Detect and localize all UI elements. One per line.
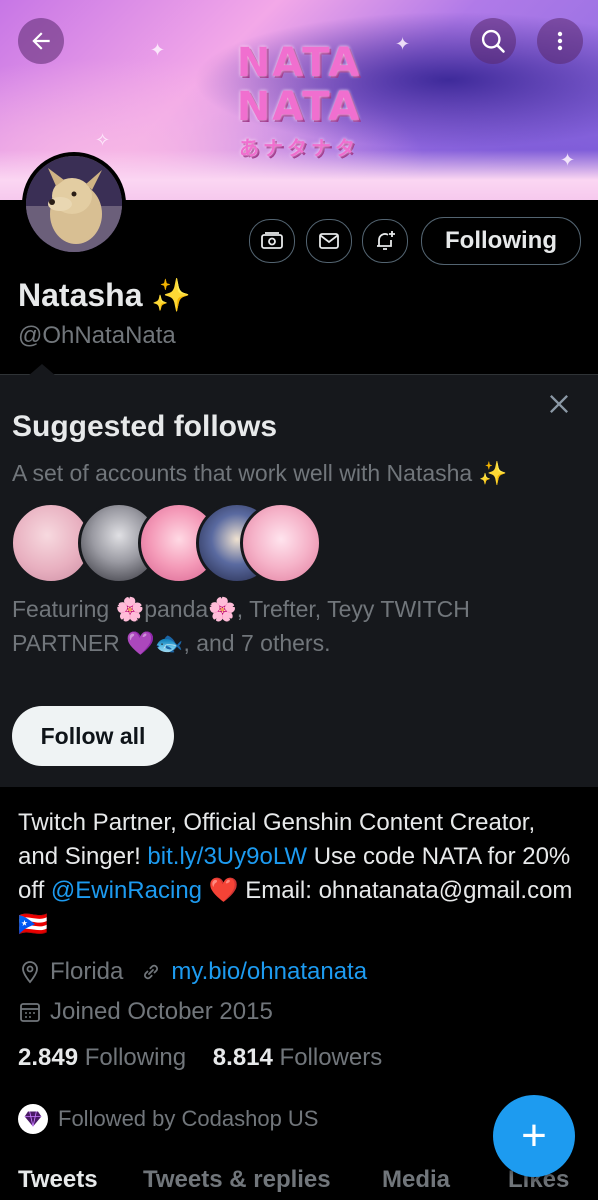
tab-tweets[interactable]: Tweets <box>18 1166 98 1194</box>
search-button[interactable] <box>470 18 516 64</box>
profile-meta-joined: Joined October 2015 <box>18 998 273 1026</box>
link-icon <box>144 964 159 980</box>
money-icon <box>261 232 283 249</box>
website-link[interactable]: my.bio/ohnatanata <box>171 958 367 986</box>
following-button[interactable]: Following <box>421 217 581 265</box>
dog-photo-icon <box>26 156 122 252</box>
profile-meta-location-website: Florida my.bio/ohnatanata <box>18 958 367 986</box>
followed-by[interactable]: Followed by Codashop US <box>18 1104 318 1134</box>
follow-all-button[interactable]: Follow all <box>12 706 174 766</box>
profile-handle: @OhNataNata <box>18 322 176 349</box>
arrow-left-icon <box>32 32 50 50</box>
followers-label: Followers <box>279 1044 383 1071</box>
codashop-avatar <box>18 1104 48 1134</box>
mail-icon <box>319 233 339 249</box>
location-pin-icon <box>22 961 38 984</box>
profile-avatar[interactable] <box>22 152 126 256</box>
avatar-image <box>26 156 122 252</box>
profile-name: Natasha ✨ <box>18 276 191 314</box>
sparkles-emoji: ✨ <box>151 277 192 313</box>
search-icon <box>481 29 505 53</box>
back-button[interactable] <box>18 18 64 64</box>
bio-mention[interactable]: @EwinRacing <box>51 877 202 904</box>
location-text: Florida <box>50 958 124 985</box>
followers-stat[interactable]: 8.814 Followers <box>213 1044 382 1071</box>
tip-button[interactable] <box>249 219 295 263</box>
tab-media[interactable]: Media <box>382 1166 450 1194</box>
close-icon <box>550 395 568 413</box>
following-stat[interactable]: 2.849 Following <box>18 1044 186 1071</box>
following-label: Following <box>84 1044 187 1071</box>
compose-tweet-button[interactable]: + <box>493 1095 575 1177</box>
tab-tweets-replies[interactable]: Tweets & replies <box>143 1166 331 1194</box>
message-button[interactable] <box>306 219 352 263</box>
more-options-button[interactable] <box>537 18 583 64</box>
featuring-text: Featuring 🌸panda🌸, Trefter, Teyy TWITCH … <box>12 596 470 656</box>
profile-name-text: Natasha <box>18 277 143 313</box>
bell-plus-icon <box>377 231 395 250</box>
profile-tabs: Tweets Tweets & replies Media Likes <box>0 1166 598 1200</box>
suggested-follows-subtitle: A set of accounts that work well with Na… <box>12 460 508 486</box>
joined-text: Joined October 2015 <box>50 998 273 1025</box>
followed-by-text: Followed by Codashop US <box>58 1106 319 1131</box>
notify-button[interactable] <box>362 219 408 263</box>
followers-count: 8.814 <box>212 1044 273 1071</box>
more-vertical-icon <box>557 31 563 51</box>
banner-logo-line-2: NATA <box>236 84 362 130</box>
panel-pointer <box>28 364 56 376</box>
calendar-icon <box>20 1003 40 1022</box>
suggested-follows-title: Suggested follows <box>12 410 278 443</box>
close-suggestions-button[interactable] <box>545 390 573 423</box>
profile-bio: Twitch Partner, Official Genshin Content… <box>18 806 578 942</box>
follow-stats: 2.849 Following 8.814 Followers <box>18 1044 382 1072</box>
plus-icon: + <box>521 1111 547 1160</box>
suggested-avatar[interactable] <box>240 502 322 584</box>
bio-link[interactable]: bit.ly/3Uy9oLW <box>147 843 307 870</box>
gem-icon <box>24 1111 42 1127</box>
following-count: 2.849 <box>18 1044 79 1071</box>
